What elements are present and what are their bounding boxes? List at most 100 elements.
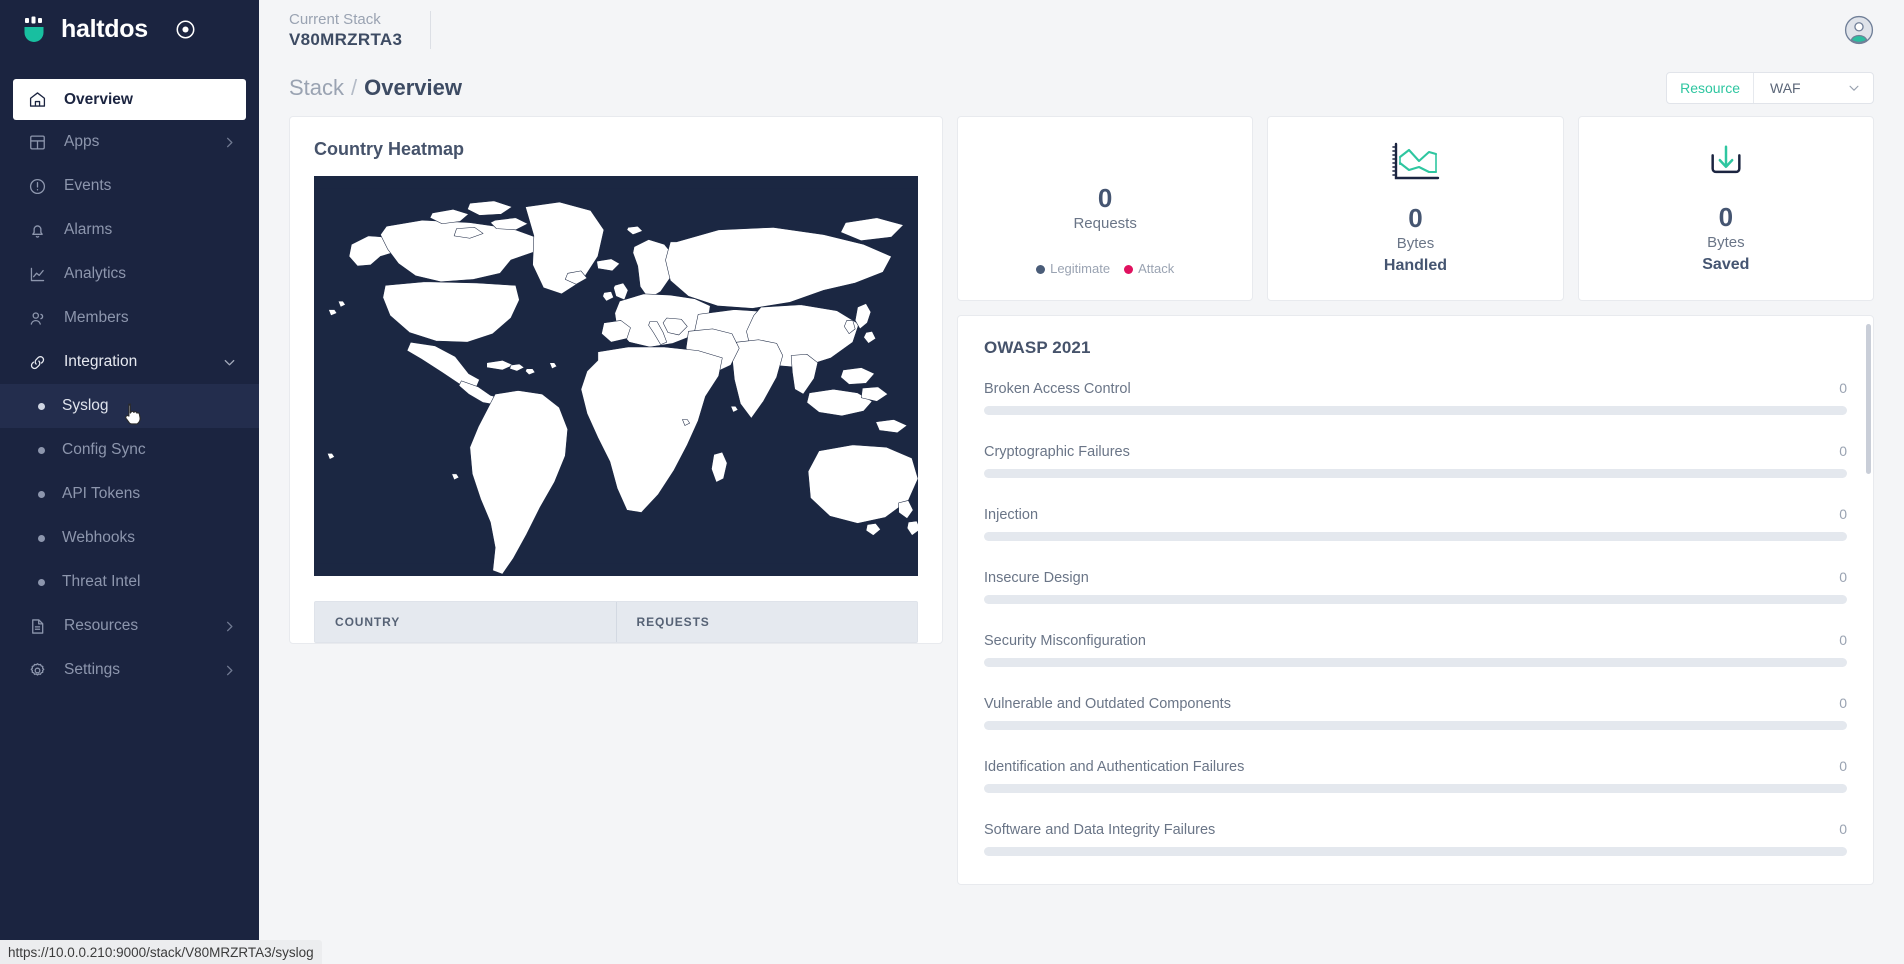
sidebar-item-events[interactable]: Events [0,164,259,208]
current-stack-value: V80MRZRTA3 [289,29,403,49]
sidebar-item-alarms[interactable]: Alarms [0,208,259,252]
sidebar-item-overview[interactable]: Overview [13,79,246,120]
requests-stat-card[interactable]: 0 Requests Legitimate Attack [957,116,1254,301]
sidebar-item-settings[interactable]: Settings [0,648,259,692]
owasp-row-head: Cryptographic Failures 0 [984,443,1847,460]
owasp-category-label: Injection [984,507,1039,523]
sidebar-item-api-tokens[interactable]: API Tokens [0,472,259,516]
area-chart-icon [1389,141,1441,183]
bullet-icon [38,446,45,454]
page-content: Stack / Overview Resource WAF Country Heat… [259,59,1904,964]
breadcrumb-row: Stack / Overview Resource WAF [289,59,1874,116]
sidebar-item-webhooks[interactable]: Webhooks [0,516,259,560]
table-header-country[interactable]: COUNTRY [315,602,616,642]
sidebar-subitem-label: API Tokens [62,485,141,502]
owasp-progress-bar [984,469,1847,478]
brand-header[interactable]: haltdos [0,0,259,59]
owasp-progress-bar [984,721,1847,730]
resource-picker-label[interactable]: Resource [1667,72,1754,103]
resource-picker[interactable]: Resource WAF [1666,71,1874,104]
sidebar-item-label: Settings [64,661,121,678]
owasp-category-value: 0 [1839,506,1847,522]
owasp-row-head: Security Misconfiguration 0 [984,632,1847,649]
sidebar-item-label: Alarms [64,221,113,238]
current-stack-block: Current Stack V80MRZRTA3 [289,10,430,50]
owasp-row: Vulnerable and Outdated Components 0 [984,695,1847,730]
bullet-icon [38,402,45,410]
topbar-divider [430,10,432,49]
country-heatmap-title: Country Heatmap [314,139,465,159]
owasp-scrollbar[interactable] [1866,324,1871,876]
sidebar-item-config-sync[interactable]: Config Sync [0,428,259,472]
bytes-handled-label: Handled [1383,256,1448,274]
sidebar-item-analytics[interactable]: Analytics [0,252,259,296]
sidebar-subitem-label: Threat Intel [62,573,141,590]
bytes-saved-value: 0 [1718,201,1734,232]
sidebar-item-label: Overview [64,90,133,108]
owasp-category-label: Broken Access Control [984,381,1131,397]
gear-icon [27,660,47,680]
owasp-category-value: 0 [1839,821,1847,837]
chevron-right-icon[interactable] [222,619,237,634]
owasp-row: Broken Access Control 0 [984,380,1847,415]
bullet-icon [38,490,45,498]
sidebar-item-resources[interactable]: Resources [0,604,259,648]
bullet-icon [38,578,45,586]
grid-icon [27,132,47,152]
owasp-row: Injection 0 [984,506,1847,541]
dashboard-grid: Country Heatmap COUNTRY REQUESTS 0 Reque… [289,116,1874,885]
sidebar-item-integration[interactable]: Integration [0,340,259,384]
bytes-saved-label: Saved [1702,255,1750,273]
chevron-right-icon[interactable] [222,663,237,678]
owasp-row-head: Insecure Design 0 [984,569,1847,586]
country-heatmap-card: Country Heatmap COUNTRY REQUESTS [289,116,943,644]
country-requests-table: COUNTRY REQUESTS [314,601,918,643]
sidebar-subitem-label: Config Sync [62,441,146,458]
sidebar-item-threat-intel[interactable]: Threat Intel [0,560,259,604]
status-bar-url: https://10.0.0.210:9000/stack/V80MRZRTA3… [0,940,322,964]
download-tray-icon [1701,142,1751,182]
bullet-icon [38,534,45,542]
bytes-saved-card[interactable]: 0 Bytes Saved [1577,116,1874,301]
owasp-row-head: Identification and Authentication Failur… [984,758,1847,775]
bytes-handled-value: 0 [1408,202,1423,233]
sidebar: haltdos Overview Apps Events Alarms Anal… [0,0,259,964]
sidebar-item-members[interactable]: Members [0,296,259,340]
owasp-category-value: 0 [1839,695,1847,711]
owasp-category-label: Software and Data Integrity Failures [984,822,1216,838]
owasp-progress-bar [984,532,1847,541]
resource-picker-value[interactable]: WAF [1754,73,1847,103]
bytes-handled-card[interactable]: 0 Bytes Handled [1267,116,1564,301]
stat-cards-row: 0 Requests Legitimate Attack 0 Bytes Han… [957,116,1874,301]
bytes-handled-unit: Bytes [1396,234,1435,252]
topbar: Current Stack V80MRZRTA3 [259,0,1904,59]
owasp-category-value: 0 [1839,380,1847,396]
owasp-category-value: 0 [1839,758,1847,774]
owasp-category-label: Identification and Authentication Failur… [984,759,1245,775]
sidebar-item-syslog[interactable]: Syslog [0,384,259,428]
chevron-down-icon[interactable] [222,355,237,370]
avatar[interactable] [1844,15,1874,45]
owasp-row: Cryptographic Failures 0 [984,443,1847,478]
sidebar-item-label: Apps [64,133,100,150]
table-header-requests[interactable]: REQUESTS [615,602,918,642]
owasp-row: Security Misconfiguration 0 [984,632,1847,667]
sidebar-item-apps[interactable]: Apps [0,120,259,164]
chevron-down-icon[interactable] [1847,73,1873,103]
target-icon[interactable] [175,19,196,40]
legend-dot-attack [1124,265,1134,275]
status-bar-url-text: https://10.0.0.210:9000/stack/V80MRZRTA3… [8,944,314,960]
users-icon [27,308,47,328]
chevron-right-icon[interactable] [222,135,237,150]
owasp-scrollbar-thumb[interactable] [1866,324,1871,474]
legend-attack: Attack [1124,261,1174,276]
world-map[interactable] [314,176,918,576]
owasp-progress-bar [984,658,1847,667]
owasp-category-value: 0 [1839,443,1847,459]
owasp-row: Identification and Authentication Failur… [984,758,1847,793]
chart-line-icon [27,264,47,284]
sidebar-item-label: Resources [64,617,139,634]
sidebar-item-label: Members [64,309,129,326]
breadcrumb-root[interactable]: Stack [289,75,344,100]
sidebar-item-label: Events [64,177,112,194]
